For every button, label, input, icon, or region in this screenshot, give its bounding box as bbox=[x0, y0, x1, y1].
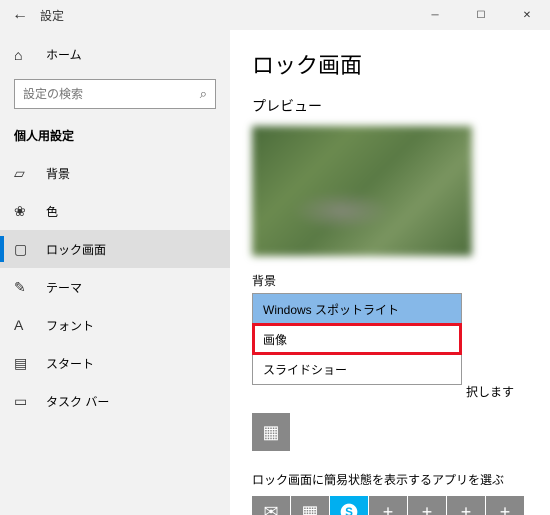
sidebar-item-background[interactable]: ▱ 背景 bbox=[0, 154, 230, 192]
sidebar-item-label: スタート bbox=[46, 355, 94, 372]
calendar-app-tile[interactable]: ▦ bbox=[252, 413, 290, 451]
maximize-button[interactable]: ☐ bbox=[458, 0, 504, 30]
skype-icon: S bbox=[339, 502, 359, 515]
sidebar-item-label: ロック画面 bbox=[46, 241, 106, 258]
quick-status-header: ロック画面に簡易状態を表示するアプリを選ぶ bbox=[252, 471, 530, 488]
plus-icon: + bbox=[500, 502, 511, 515]
dropdown-option-picture[interactable]: 画像 bbox=[253, 324, 461, 354]
section-header: 個人用設定 bbox=[0, 127, 230, 154]
search-icon: ⌕ bbox=[200, 86, 207, 102]
picture-icon: ▱ bbox=[14, 165, 30, 182]
sidebar-item-label: フォント bbox=[46, 317, 94, 334]
background-label: 背景 bbox=[252, 272, 530, 289]
dropdown-option-spotlight[interactable]: Windows スポットライト bbox=[253, 294, 461, 324]
content-pane: ロック画面 プレビュー 背景 Windows スポットライト 画像 スライドショ… bbox=[230, 30, 550, 515]
sidebar-item-label: 背景 bbox=[46, 165, 70, 182]
plus-icon: + bbox=[422, 502, 433, 515]
add-app-tile-1[interactable]: + bbox=[369, 496, 407, 515]
close-button[interactable]: ✕ bbox=[504, 0, 550, 30]
sidebar-item-taskbar[interactable]: ▭ タスク バー bbox=[0, 382, 230, 420]
dropdown-option-slideshow[interactable]: スライドショー bbox=[253, 354, 461, 384]
themes-icon: ✎ bbox=[14, 279, 30, 296]
sidebar-item-start[interactable]: ▤ スタート bbox=[0, 344, 230, 382]
add-app-tile-4[interactable]: + bbox=[486, 496, 524, 515]
home-link[interactable]: ⌂ ホーム bbox=[0, 40, 230, 69]
home-label: ホーム bbox=[46, 46, 82, 63]
search-box[interactable]: ⌕ bbox=[14, 79, 216, 109]
start-icon: ▤ bbox=[14, 355, 30, 372]
calendar-icon: ▦ bbox=[301, 502, 318, 515]
skype-app-tile[interactable]: S bbox=[330, 496, 368, 515]
sidebar-item-themes[interactable]: ✎ テーマ bbox=[0, 268, 230, 306]
add-app-tile-2[interactable]: + bbox=[408, 496, 446, 515]
window-title: 設定 bbox=[40, 7, 64, 24]
minimize-button[interactable]: ─ bbox=[412, 0, 458, 30]
sidebar-item-lockscreen[interactable]: ▢ ロック画面 bbox=[0, 230, 230, 268]
truncated-text: 択します bbox=[466, 383, 514, 400]
home-icon: ⌂ bbox=[14, 47, 30, 63]
lockscreen-preview bbox=[252, 126, 472, 256]
fonts-icon: A bbox=[14, 317, 30, 333]
back-button[interactable]: ← bbox=[0, 6, 40, 24]
page-title: ロック画面 bbox=[252, 48, 530, 80]
preview-label: プレビュー bbox=[252, 96, 530, 116]
sidebar-item-label: タスク バー bbox=[46, 393, 109, 410]
add-app-tile-3[interactable]: + bbox=[447, 496, 485, 515]
calendar-app-tile-2[interactable]: ▦ bbox=[291, 496, 329, 515]
taskbar-icon: ▭ bbox=[14, 393, 30, 410]
search-input[interactable] bbox=[23, 87, 200, 101]
background-dropdown[interactable]: Windows スポットライト 画像 スライドショー bbox=[252, 293, 462, 385]
svg-text:S: S bbox=[345, 506, 353, 515]
titlebar: ← 設定 ─ ☐ ✕ bbox=[0, 0, 550, 30]
sidebar-item-colors[interactable]: ❀ 色 bbox=[0, 192, 230, 230]
quick-status-apps: ✉ ▦ S + + + + bbox=[252, 496, 530, 515]
sidebar-item-fonts[interactable]: A フォント bbox=[0, 306, 230, 344]
plus-icon: + bbox=[461, 502, 472, 515]
mail-app-tile[interactable]: ✉ bbox=[252, 496, 290, 515]
sidebar-item-label: テーマ bbox=[46, 279, 82, 296]
lockscreen-icon: ▢ bbox=[14, 241, 30, 258]
mail-icon: ✉ bbox=[263, 502, 278, 515]
calendar-icon: ▦ bbox=[262, 422, 279, 443]
sidebar-item-label: 色 bbox=[46, 203, 58, 220]
sidebar: ⌂ ホーム ⌕ 個人用設定 ▱ 背景 ❀ 色 ▢ ロック画面 ✎ テーマ A フ… bbox=[0, 30, 230, 515]
plus-icon: + bbox=[383, 502, 394, 515]
palette-icon: ❀ bbox=[14, 203, 30, 220]
